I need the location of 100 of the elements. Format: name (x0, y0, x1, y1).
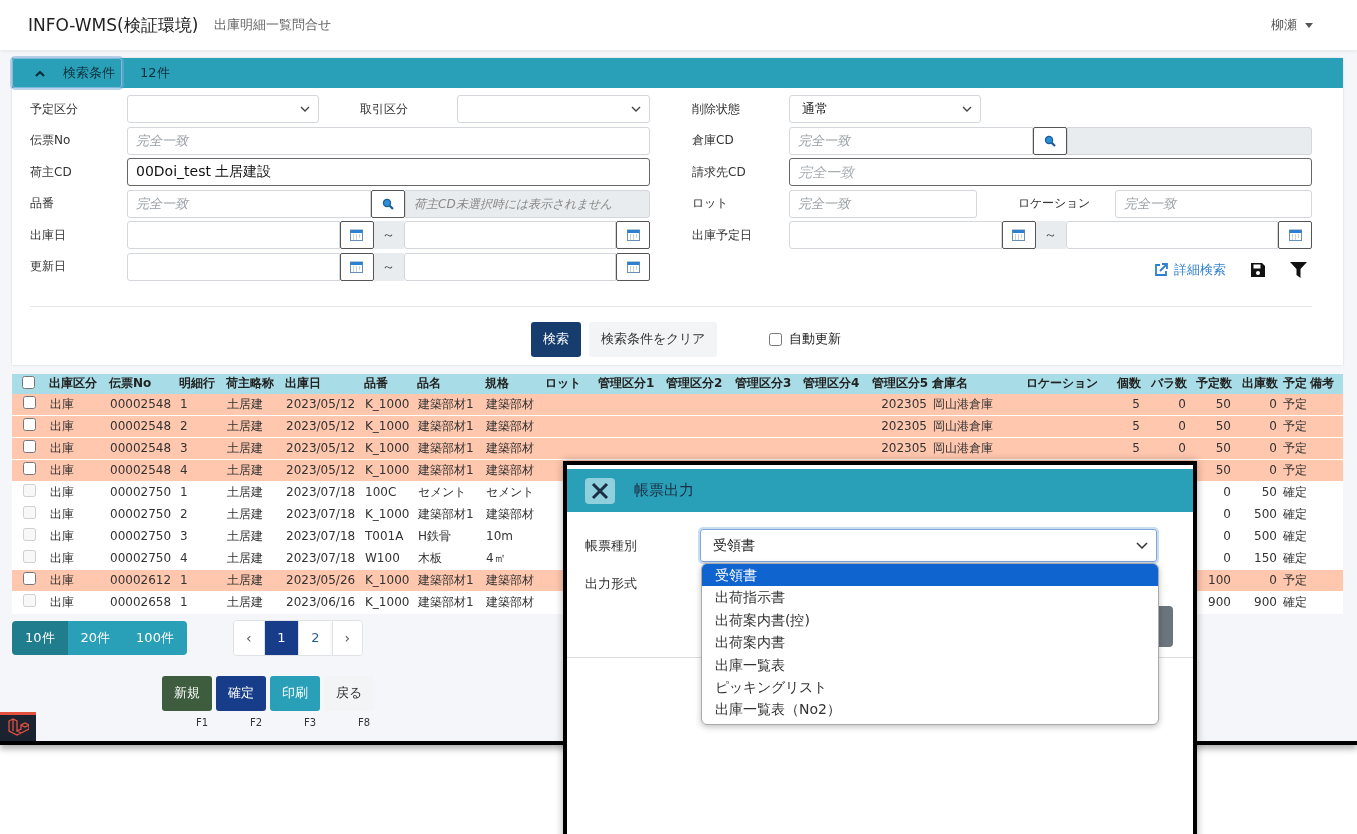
calendar-button[interactable] (1278, 221, 1312, 249)
table-cell: セメント (418, 484, 466, 499)
clear-button[interactable]: 検索条件をクリア (589, 321, 717, 357)
column-header: 品名 (415, 373, 483, 394)
input-field[interactable]: 完全一致 (789, 158, 1312, 186)
table-cell: 建築部材 (486, 418, 534, 433)
date-field[interactable] (127, 252, 340, 281)
checkbox[interactable] (769, 332, 782, 346)
date-field[interactable] (127, 221, 340, 249)
table-cell: 500 (1254, 529, 1277, 543)
dropdown-option[interactable]: 出荷案内書(控) (702, 608, 1158, 632)
table-cell: 100 (1208, 573, 1231, 587)
calendar-button[interactable] (616, 221, 650, 249)
table-cell: 0 (1223, 529, 1231, 543)
table-cell: 3 (180, 441, 188, 455)
cube-logo-icon[interactable] (0, 712, 36, 741)
calendar-button[interactable] (1001, 221, 1036, 249)
column-header: 規格 (483, 373, 543, 394)
dialog-title: 帳票出力 (634, 481, 694, 500)
external-link-icon (1154, 262, 1168, 277)
readonly-field[interactable]: 荷主CD未選択時には表示されません (405, 189, 650, 218)
page-button[interactable]: 1 (263, 620, 298, 655)
date-field[interactable] (789, 221, 1002, 249)
dropdown-option[interactable]: 出庫一覧表 (702, 653, 1158, 676)
calendar-button[interactable] (339, 252, 374, 281)
table-cell: 木板 (418, 550, 442, 565)
footer-button[interactable]: 戻る (324, 675, 374, 711)
page-size-button[interactable]: 10件 (12, 620, 68, 655)
date-field[interactable] (403, 221, 616, 249)
table-cell: 5 (1132, 397, 1140, 411)
dropdown-option[interactable]: 出荷指示書 (702, 586, 1158, 609)
calendar-button[interactable] (616, 252, 650, 281)
row-checkbox[interactable] (23, 396, 36, 409)
date-field[interactable] (1065, 221, 1278, 249)
table-cell: 2023/05/12 (286, 441, 356, 455)
input-field[interactable]: 00Doi_test 土居建設 (127, 158, 650, 186)
app-title: INFO-WMS(検証環境) (28, 13, 199, 37)
table-cell: 50 (1215, 419, 1231, 433)
filter-icon[interactable] (1290, 261, 1307, 278)
table-cell: 00002548 (110, 463, 172, 477)
table-cell: 確定 (1283, 506, 1307, 521)
select-field[interactable]: 受領書 (700, 529, 1157, 562)
dropdown-option[interactable]: ピッキングリスト (702, 675, 1158, 699)
table-cell: 建築部材 (486, 594, 534, 609)
search-button[interactable] (371, 189, 405, 218)
row-checkbox[interactable] (23, 462, 36, 475)
dropdown-option[interactable]: 出庫一覧表（No2） (702, 698, 1158, 721)
select-field[interactable] (127, 95, 319, 123)
table-cell: 0 (1269, 573, 1277, 587)
table-cell: 3 (180, 529, 188, 543)
select-field[interactable]: 通常 (789, 95, 981, 123)
search-button[interactable]: 検索 (531, 321, 581, 357)
dropdown-option[interactable]: 受領書 (702, 564, 1158, 587)
field-label: 請求先CD (692, 163, 747, 181)
table-cell: 1 (180, 397, 188, 411)
table-cell: 900 (1254, 595, 1277, 609)
field-label: 出力形式 (585, 574, 638, 593)
close-button[interactable] (585, 477, 615, 504)
footer-button[interactable]: 確定 (216, 675, 266, 711)
search-button[interactable] (1033, 126, 1067, 155)
select-all-checkbox[interactable] (22, 375, 35, 389)
table-cell: 00002658 (110, 595, 172, 609)
table-cell: セメント (486, 484, 534, 499)
field-label: ロケーション (1018, 195, 1091, 212)
row-checkbox[interactable] (23, 418, 36, 431)
field-label: 更新日 (30, 258, 67, 275)
readonly-field[interactable] (1067, 126, 1312, 155)
page-button[interactable]: › (331, 620, 362, 655)
shortcut-key: F2 (249, 716, 266, 728)
field-label: 出庫日 (30, 226, 67, 244)
range-separator: ～ (373, 252, 404, 281)
footer-button[interactable]: 新規 (162, 675, 212, 711)
table-cell: 0 (1178, 397, 1186, 411)
user-menu[interactable]: 柳瀬 (1265, 15, 1319, 35)
calendar-button[interactable] (339, 221, 374, 249)
date-field[interactable] (403, 252, 616, 281)
table-cell: 0 (1269, 419, 1277, 433)
table-cell: 出庫 (50, 484, 74, 499)
table-cell: 00002548 (110, 419, 172, 433)
column-header: 品番 (362, 373, 415, 394)
column-header: 明細行 (177, 373, 224, 394)
table-cell: 00002612 (110, 573, 172, 587)
detail-search-link[interactable]: 詳細検索 (1154, 260, 1226, 279)
select-field[interactable] (457, 95, 650, 123)
row-checkbox[interactable] (23, 572, 36, 585)
calendar-icon (1012, 229, 1025, 241)
table-cell: 確定 (1283, 528, 1307, 543)
row-checkbox[interactable] (23, 440, 36, 453)
table-cell: 4 (180, 463, 188, 477)
table-cell: 予定 (1283, 396, 1307, 411)
page-button[interactable]: ‹ (233, 620, 264, 655)
table-cell: K_1000 (365, 507, 410, 521)
table-cell: 202305 (881, 397, 927, 411)
collapse-toggle[interactable]: 検索条件 (12, 58, 122, 88)
table-cell: 500 (1254, 507, 1277, 521)
field-label: ロット (692, 195, 729, 212)
save-icon[interactable] (1250, 261, 1266, 278)
chevron-down-icon (962, 106, 972, 112)
caret-down-icon (1305, 22, 1313, 28)
dropdown-option[interactable]: 出荷案内書 (702, 631, 1158, 654)
